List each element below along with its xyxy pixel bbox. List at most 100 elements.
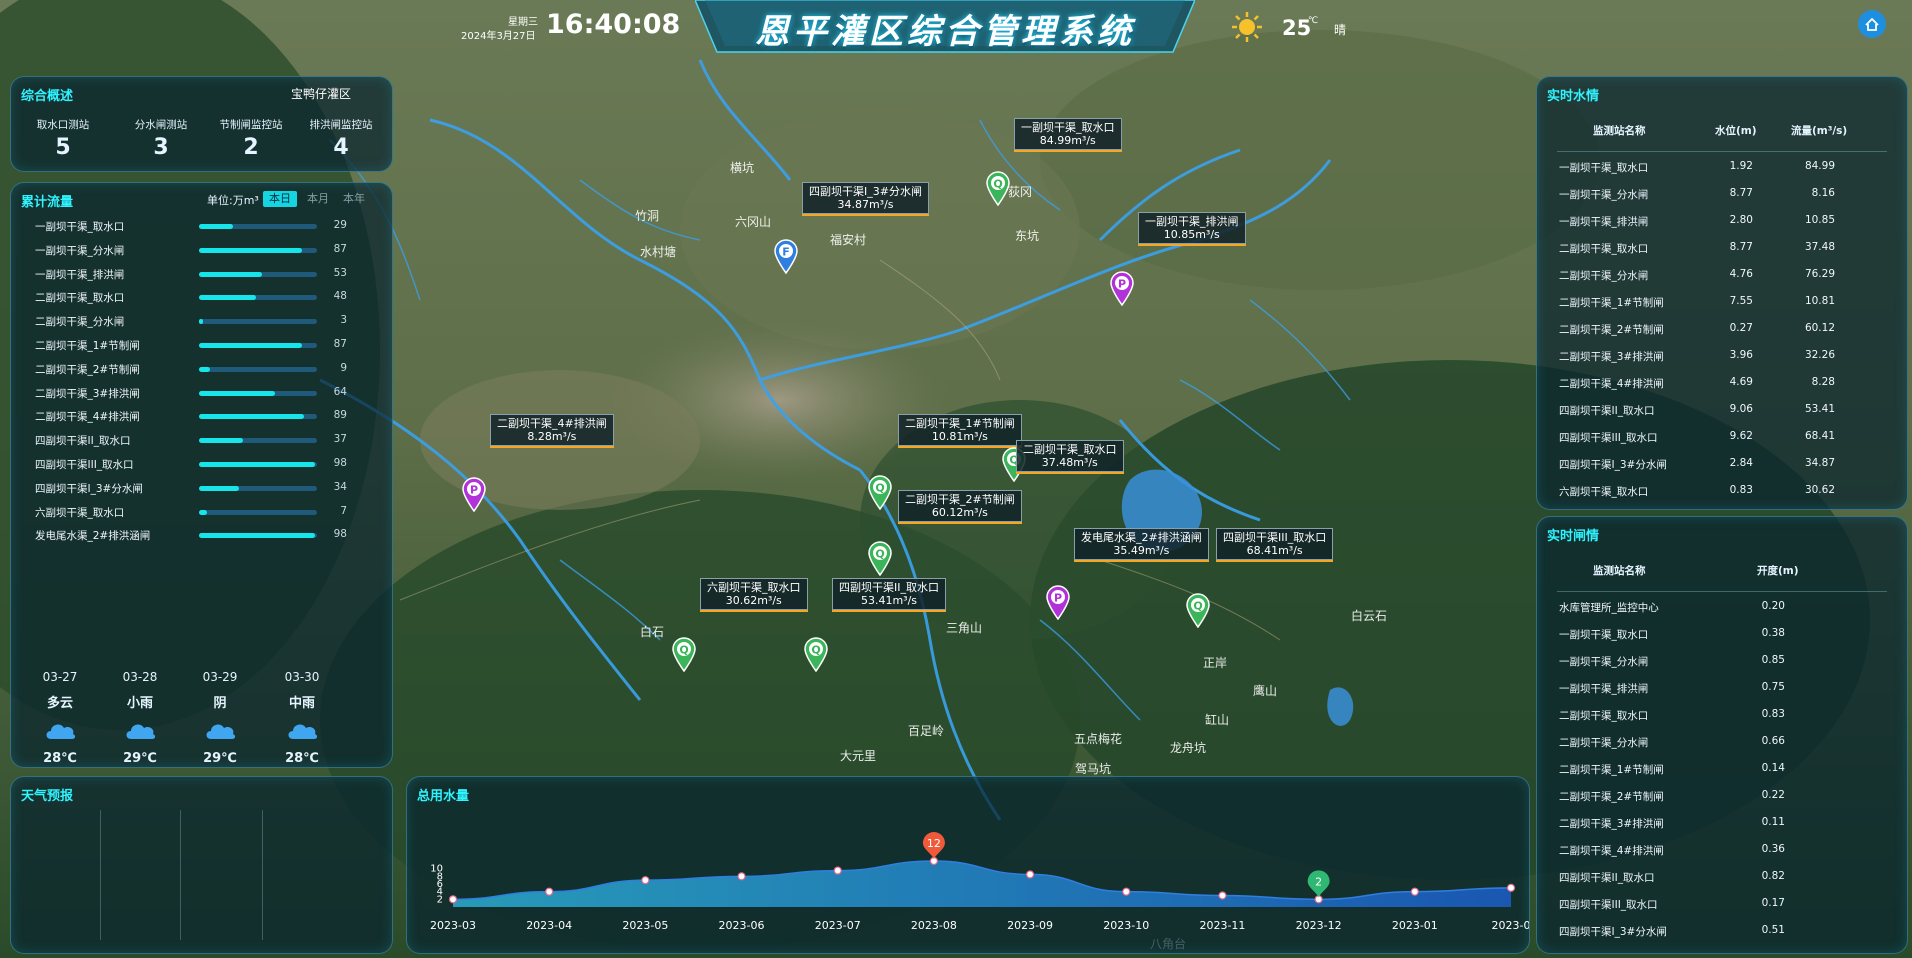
data-point <box>1122 887 1131 896</box>
min-marker-label: 2 <box>1315 875 1322 888</box>
map-marker-q-icon[interactable]: Q <box>1185 592 1211 629</box>
map-station-label[interactable]: 二副坝干渠_取水口 37.48m³/s <box>1016 440 1124 474</box>
current-weather: 晴 <box>1334 23 1347 37</box>
map-marker-q-icon[interactable]: Q <box>867 474 893 511</box>
map-station-label[interactable]: 一副坝干渠_排洪闸 10.85m³/s <box>1138 212 1246 246</box>
map-marker-q-icon[interactable]: Q <box>985 170 1011 207</box>
table-row[interactable]: 二副坝干渠_取水口 0.83 <box>1537 705 1907 727</box>
station-name: 四副坝干渠III_取水口 <box>1559 899 1658 911</box>
home-icon[interactable] <box>1858 10 1886 38</box>
table-row[interactable]: 六副坝干渠_取水口 0.83 30.62 <box>1537 481 1907 503</box>
map-station-label[interactable]: 发电尾水渠_2#排洪涵闸 35.49m³/s <box>1074 528 1209 562</box>
map-station-label[interactable]: 一副坝干渠_取水口 84.99m³/s <box>1014 118 1122 152</box>
date: 2024年3月27日 <box>461 31 536 42</box>
table-row[interactable]: 二副坝干渠_1#节制闸 7.55 10.81 <box>1537 292 1907 314</box>
map-marker-q-icon[interactable]: Q <box>671 636 697 673</box>
place-name: 荻冈 <box>1008 185 1032 199</box>
map-station-flow: 30.62m³/s <box>725 594 782 607</box>
tab-today[interactable]: 本日 <box>263 191 297 207</box>
cumulative-bar <box>199 509 317 515</box>
table-row[interactable]: 二副坝干渠_分水闸 4.76 76.29 <box>1537 265 1907 287</box>
table-row[interactable]: 二副坝干渠_3#排洪闸 3.96 32.26 <box>1537 346 1907 368</box>
table-row[interactable]: 四副坝干渠II_取水口 0.82 <box>1537 867 1907 889</box>
place-name: 白云石 <box>1351 608 1387 623</box>
cumulative-row-value: 34 <box>333 480 347 493</box>
map-station-label[interactable]: 二副坝干渠_1#节制闸 10.81m³/s <box>898 414 1022 448</box>
table-row[interactable]: 一副坝干渠_分水闸 8.77 8.16 <box>1537 184 1907 206</box>
map-marker-p-icon[interactable]: P <box>1045 584 1071 621</box>
map-station-label[interactable]: 二副坝干渠_4#排洪闸 8.28m³/s <box>490 414 614 448</box>
station-name: 一副坝干渠_分水闸 <box>1559 189 1649 201</box>
cumulative-bar <box>199 462 317 467</box>
table-row[interactable]: 一副坝干渠_分水闸 0.85 <box>1537 651 1907 673</box>
water-level-value: 4.69 <box>1729 376 1753 388</box>
place-name: 东坑 <box>1015 228 1039 243</box>
map-marker-p-icon[interactable]: P <box>461 476 487 513</box>
station-name: 四副坝干渠I_3#分水闸 <box>1559 926 1667 938</box>
sun-icon <box>1232 12 1262 42</box>
temperature-unit: ℃ <box>1308 16 1319 26</box>
cloud-icon <box>285 719 319 741</box>
table-row[interactable]: 二副坝干渠_4#排洪闸 4.69 8.28 <box>1537 373 1907 395</box>
table-row[interactable]: 一副坝干渠_取水口 1.92 84.99 <box>1537 157 1907 179</box>
table-row[interactable]: 四副坝干渠I_3#分水闸 2.84 34.87 <box>1537 454 1907 476</box>
place-name: 白石 <box>640 624 664 639</box>
data-point <box>1506 883 1516 892</box>
table-row[interactable]: 一副坝干渠_排洪闸 2.80 10.85 <box>1537 211 1907 233</box>
map-marker-f-icon[interactable]: F <box>773 238 799 275</box>
table-row[interactable]: 四副坝干渠I_3#分水闸 0.51 <box>1537 921 1907 943</box>
table-row[interactable]: 二副坝干渠_4#排洪闸 0.36 <box>1537 840 1907 862</box>
map-marker-q-icon[interactable]: Q <box>803 636 829 673</box>
forecast-panel: 天气预报 <box>10 776 393 954</box>
table-row[interactable]: 二副坝干渠_1#节制闸 0.14 <box>1537 759 1907 781</box>
cumulative-bar <box>199 485 317 491</box>
overview-title: 综合概述 <box>21 89 74 104</box>
water-level-value: 8.77 <box>1729 187 1753 199</box>
cumulative-row-name: 四副坝干渠II_取水口 <box>35 435 131 448</box>
tab-year[interactable]: 本年 <box>337 191 371 207</box>
table-row[interactable]: 二副坝干渠_2#节制闸 0.22 <box>1537 786 1907 808</box>
cumulative-row-name: 发电尾水渠_2#排洪涵闸 <box>35 530 151 543</box>
flow-value: 76.29 <box>1804 268 1835 280</box>
table-row[interactable]: 一副坝干渠_取水口 0.38 <box>1537 624 1907 646</box>
overview-region[interactable]: 宝鸭仔灌区 <box>291 85 351 102</box>
table-row[interactable]: 四副坝干渠III_取水口 0.17 <box>1537 894 1907 916</box>
map-marker-p-icon[interactable]: P <box>1109 270 1135 307</box>
overview-stat: 取水口测站 5 <box>17 117 109 160</box>
label-underline <box>700 610 808 612</box>
map-station-label[interactable]: 四副坝干渠III_取水口 68.41m³/s <box>1216 528 1334 562</box>
map-marker-q-icon[interactable]: Q <box>867 540 893 577</box>
map-station-name: 二副坝干渠_1#节制闸 <box>905 417 1015 430</box>
map-station-flow: 34.87m³/s <box>837 198 894 211</box>
map-station-flow: 37.48m³/s <box>1041 456 1098 469</box>
table-row[interactable]: 水库管理所_监控中心 0.20 <box>1537 597 1907 619</box>
forecast-temperature: 29℃ <box>203 751 237 766</box>
cumulative-unit: 单位:万m³ <box>207 194 259 207</box>
table-row[interactable]: 二副坝干渠_3#排洪闸 0.11 <box>1537 813 1907 835</box>
table-row[interactable]: 四副坝干渠III_取水口 9.62 68.41 <box>1537 427 1907 449</box>
map-station-label[interactable]: 四副坝干渠II_取水口 53.41m³/s <box>832 578 946 612</box>
map-station-label[interactable]: 二副坝干渠_2#节制闸 60.12m³/s <box>898 490 1022 524</box>
water-use-chart-panel: 总用水量 2 4 6 8 10 2023-03 2023-04 2023-05 2023-06 2… <box>406 776 1530 954</box>
cumulative-bar-fill <box>199 485 240 491</box>
gate-opening-value: 0.66 <box>1761 735 1785 747</box>
table-row[interactable]: 四副坝干渠II_取水口 9.06 53.41 <box>1537 400 1907 422</box>
map-station-label[interactable]: 四副坝干渠I_3#分水闸 34.87m³/s <box>802 182 929 216</box>
table-row[interactable]: 一副坝干渠_排洪闸 0.75 <box>1537 678 1907 700</box>
cumulative-row-value: 87 <box>333 242 347 255</box>
map-station-name: 四副坝干渠II_取水口 <box>839 581 939 594</box>
table-row[interactable]: 二副坝干渠_分水闸 0.66 <box>1537 732 1907 754</box>
cumulative-bar-fill <box>199 343 302 348</box>
place-name: 三角山 <box>946 621 982 635</box>
water-use-chart[interactable]: 2468102023-03 2023-04 2023-05 2023-06 2023-0… <box>407 777 1529 953</box>
map-station-label[interactable]: 六副坝干渠_取水口 30.62m³/s <box>700 578 808 612</box>
table-row[interactable]: 二副坝干渠_2#节制闸 0.27 60.12 <box>1537 319 1907 341</box>
data-point <box>448 895 458 904</box>
stat-value: 4 <box>333 135 349 160</box>
current-temperature: 25 <box>1282 16 1312 40</box>
station-name: 二副坝干渠_3#排洪闸 <box>1559 818 1664 830</box>
tab-month[interactable]: 本月 <box>301 191 335 207</box>
stat-value: 2 <box>243 135 259 160</box>
table-row[interactable]: 二副坝干渠_取水口 8.77 37.48 <box>1537 238 1907 260</box>
cumulative-row-value: 29 <box>333 219 347 231</box>
